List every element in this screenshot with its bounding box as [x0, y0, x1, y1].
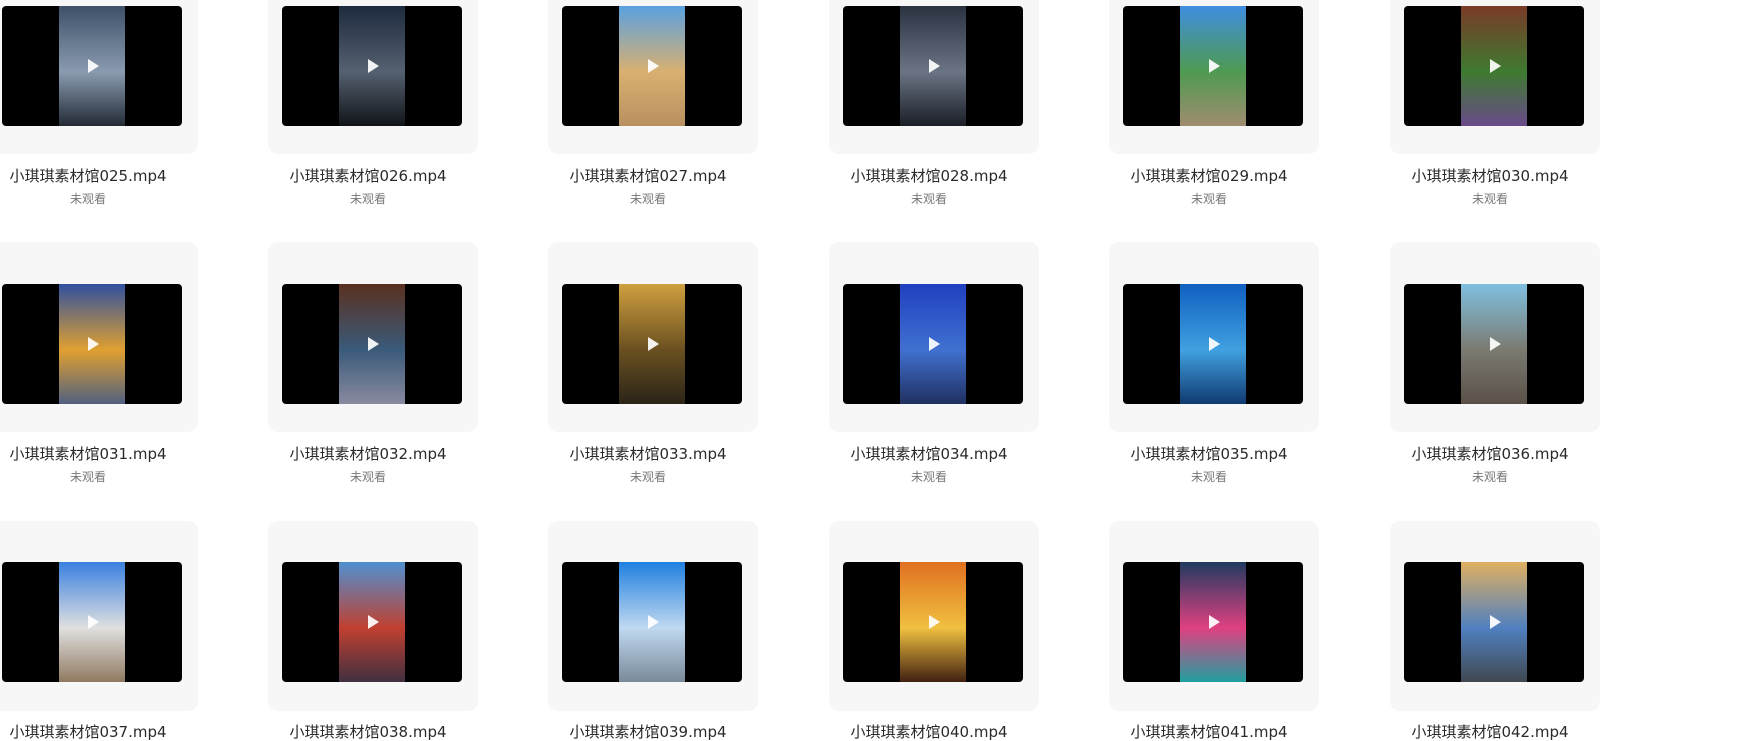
- video-file-tile[interactable]: 小琪琪素材馆042.mp4未观看: [1390, 521, 1600, 741]
- watch-status: 未观看: [349, 470, 386, 484]
- file-name[interactable]: 小琪琪素材馆034.mp4: [839, 443, 1019, 464]
- play-icon[interactable]: [88, 59, 99, 73]
- file-name[interactable]: 小琪琪素材馆042.mp4: [1400, 721, 1580, 741]
- play-icon[interactable]: [1490, 337, 1501, 351]
- video-thumbnail[interactable]: [1404, 6, 1584, 126]
- video-file-tile[interactable]: 小琪琪素材馆025.mp4 未观看: [0, 0, 198, 206]
- file-name[interactable]: 小琪琪素材馆030.mp4: [1400, 165, 1580, 186]
- watch-status: 未观看: [1471, 192, 1508, 206]
- video-file-tile[interactable]: 小琪琪素材馆032.mp4 未观看: [268, 242, 478, 484]
- video-thumbnail[interactable]: [562, 6, 742, 126]
- file-name[interactable]: 小琪琪素材馆037.mp4: [0, 721, 178, 741]
- file-name[interactable]: 小琪琪素材馆036.mp4: [1400, 443, 1580, 464]
- watch-status: 未观看: [349, 192, 386, 206]
- video-file-tile[interactable]: 小琪琪素材馆033.mp4 未观看: [548, 242, 758, 484]
- video-thumbnail[interactable]: [2, 6, 182, 126]
- watch-status: 未观看: [69, 192, 106, 206]
- play-icon[interactable]: [1490, 59, 1501, 73]
- play-icon[interactable]: [1209, 615, 1220, 629]
- video-file-tile[interactable]: 小琪琪素材馆034.mp4 未观看: [829, 242, 1039, 484]
- video-thumbnail[interactable]: [843, 6, 1023, 126]
- video-thumbnail[interactable]: [1123, 284, 1303, 404]
- play-icon[interactable]: [929, 615, 940, 629]
- file-name[interactable]: 小琪琪素材馆039.mp4: [558, 721, 738, 741]
- video-file-tile[interactable]: 小琪琪素材馆035.mp4 未观看: [1109, 242, 1319, 484]
- play-icon[interactable]: [368, 59, 379, 73]
- video-file-tile[interactable]: 小琪琪素材馆037.mp4未观看: [0, 521, 198, 741]
- file-name[interactable]: 小琪琪素材馆028.mp4: [839, 165, 1019, 186]
- file-name[interactable]: 小琪琪素材馆035.mp4: [1119, 443, 1299, 464]
- video-file-tile[interactable]: 小琪琪素材馆036.mp4 未观看: [1390, 242, 1600, 484]
- file-name[interactable]: 小琪琪素材馆040.mp4: [839, 721, 1019, 741]
- video-thumbnail[interactable]: [1123, 6, 1303, 126]
- play-icon[interactable]: [1490, 615, 1501, 629]
- file-name[interactable]: 小琪琪素材馆027.mp4: [558, 165, 738, 186]
- file-name[interactable]: 小琪琪素材馆031.mp4: [0, 443, 178, 464]
- play-icon[interactable]: [88, 615, 99, 629]
- video-file-tile[interactable]: 小琪琪素材馆026.mp4 未观看: [268, 0, 478, 206]
- video-thumbnail[interactable]: [282, 284, 462, 404]
- video-thumbnail[interactable]: [282, 562, 462, 682]
- file-name[interactable]: 小琪琪素材馆025.mp4: [0, 165, 178, 186]
- play-icon[interactable]: [1209, 337, 1220, 351]
- video-thumbnail[interactable]: [1404, 562, 1584, 682]
- play-icon[interactable]: [648, 615, 659, 629]
- video-thumbnail[interactable]: [282, 6, 462, 126]
- video-file-tile[interactable]: 小琪琪素材馆029.mp4 未观看: [1109, 0, 1319, 206]
- play-icon[interactable]: [88, 337, 99, 351]
- play-icon[interactable]: [648, 337, 659, 351]
- play-icon[interactable]: [368, 337, 379, 351]
- watch-status: 未观看: [629, 192, 666, 206]
- watch-status: 未观看: [910, 470, 947, 484]
- play-icon[interactable]: [368, 615, 379, 629]
- file-name[interactable]: 小琪琪素材馆032.mp4: [278, 443, 458, 464]
- file-name[interactable]: 小琪琪素材馆033.mp4: [558, 443, 738, 464]
- video-thumbnail[interactable]: [843, 284, 1023, 404]
- watch-status: 未观看: [910, 192, 947, 206]
- file-name[interactable]: 小琪琪素材馆038.mp4: [278, 721, 458, 741]
- video-file-tile[interactable]: 小琪琪素材馆038.mp4未观看: [268, 521, 478, 741]
- play-icon[interactable]: [648, 59, 659, 73]
- watch-status: 未观看: [1471, 470, 1508, 484]
- video-thumbnail[interactable]: [843, 562, 1023, 682]
- watch-status: 未观看: [69, 470, 106, 484]
- video-thumbnail[interactable]: [562, 284, 742, 404]
- watch-status: 未观看: [1190, 192, 1227, 206]
- video-file-tile[interactable]: 小琪琪素材馆031.mp4 未观看: [0, 242, 198, 484]
- file-name[interactable]: 小琪琪素材馆026.mp4: [278, 165, 458, 186]
- watch-status: 未观看: [1190, 470, 1227, 484]
- play-icon[interactable]: [1209, 59, 1220, 73]
- video-thumbnail[interactable]: [2, 562, 182, 682]
- file-name[interactable]: 小琪琪素材馆041.mp4: [1119, 721, 1299, 741]
- video-thumbnail[interactable]: [562, 562, 742, 682]
- video-file-tile[interactable]: 小琪琪素材馆028.mp4 未观看: [829, 0, 1039, 206]
- play-icon[interactable]: [929, 59, 940, 73]
- video-file-tile[interactable]: 小琪琪素材馆027.mp4 未观看: [548, 0, 758, 206]
- watch-status: 未观看: [629, 470, 666, 484]
- video-file-tile[interactable]: 小琪琪素材馆039.mp4未观看: [548, 521, 758, 741]
- video-file-tile[interactable]: 小琪琪素材馆041.mp4未观看: [1109, 521, 1319, 741]
- file-grid: 小琪琪素材馆025.mp4 未观看 小琪琪素材馆026.mp4 未观看 小琪琪素材馆02…: [0, 0, 1747, 741]
- file-name[interactable]: 小琪琪素材馆029.mp4: [1119, 165, 1299, 186]
- video-thumbnail[interactable]: [2, 284, 182, 404]
- video-file-tile[interactable]: 小琪琪素材馆040.mp4未观看: [829, 521, 1039, 741]
- video-file-tile[interactable]: 小琪琪素材馆030.mp4 未观看: [1390, 0, 1600, 206]
- play-icon[interactable]: [929, 337, 940, 351]
- video-thumbnail[interactable]: [1123, 562, 1303, 682]
- video-thumbnail[interactable]: [1404, 284, 1584, 404]
